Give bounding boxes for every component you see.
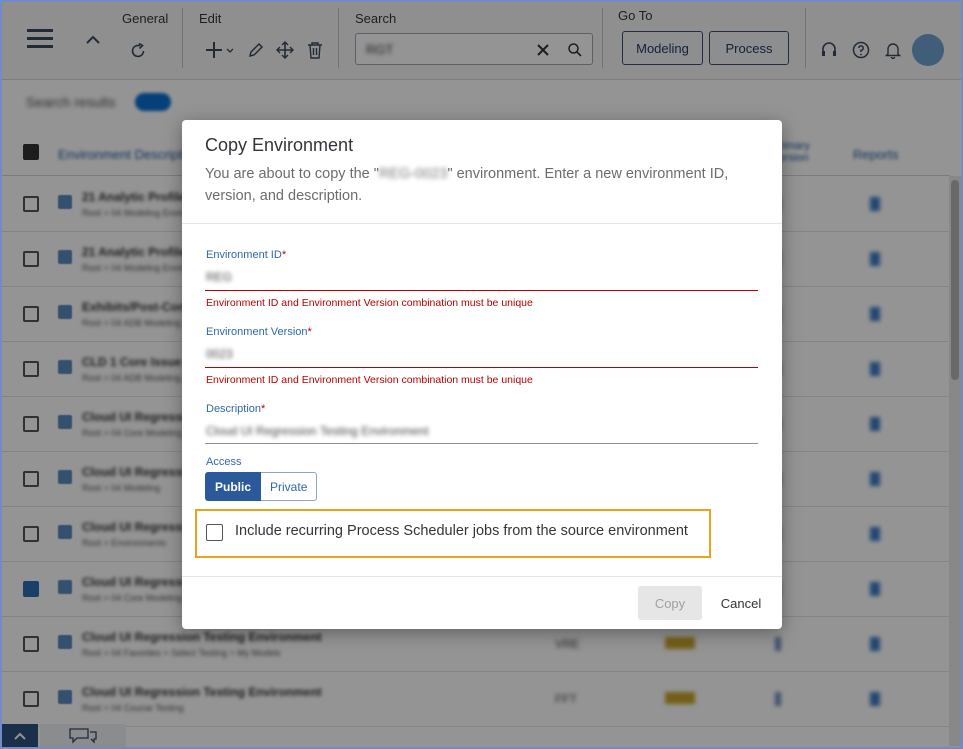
env-id-field-underline bbox=[205, 290, 758, 291]
source-environment-name: REG-0023 bbox=[378, 166, 448, 182]
dialog-header-divider bbox=[182, 223, 782, 224]
access-label: Access bbox=[206, 456, 242, 468]
copy-environment-dialog: Copy Environment You are about to copy t… bbox=[182, 120, 782, 629]
dialog-title: Copy Environment bbox=[205, 135, 354, 155]
env-version-error: Environment ID and Environment Version c… bbox=[206, 374, 533, 386]
required-marker: * bbox=[307, 326, 312, 338]
env-version-field-underline bbox=[205, 367, 758, 368]
include-jobs-checkbox[interactable] bbox=[206, 524, 223, 541]
env-id-field[interactable]: REG bbox=[206, 270, 232, 284]
env-id-label: Environment ID* bbox=[206, 249, 287, 261]
cancel-button[interactable]: Cancel bbox=[712, 586, 770, 620]
access-toggle: Public Private bbox=[205, 472, 318, 501]
include-jobs-label[interactable]: Include recurring Process Scheduler jobs… bbox=[235, 523, 688, 539]
env-version-label: Environment Version* bbox=[206, 326, 312, 338]
description-label: Description* bbox=[206, 403, 266, 415]
dialog-footer-divider bbox=[182, 576, 782, 577]
env-id-error: Environment ID and Environment Version c… bbox=[206, 297, 533, 309]
dialog-description-start: You are about to copy the " bbox=[205, 166, 379, 182]
copy-button[interactable]: Copy bbox=[638, 586, 702, 620]
access-private-button[interactable]: Private bbox=[261, 472, 318, 501]
env-version-field[interactable]: 0023 bbox=[206, 347, 233, 361]
dialog-description: You are about to copy the "REG-0023" env… bbox=[205, 163, 755, 207]
required-marker: * bbox=[261, 403, 266, 415]
description-field[interactable]: Cloud UI Regression Testing Environment bbox=[206, 424, 429, 438]
access-public-button[interactable]: Public bbox=[205, 472, 262, 501]
description-field-underline bbox=[205, 443, 758, 444]
required-marker: * bbox=[281, 249, 287, 261]
